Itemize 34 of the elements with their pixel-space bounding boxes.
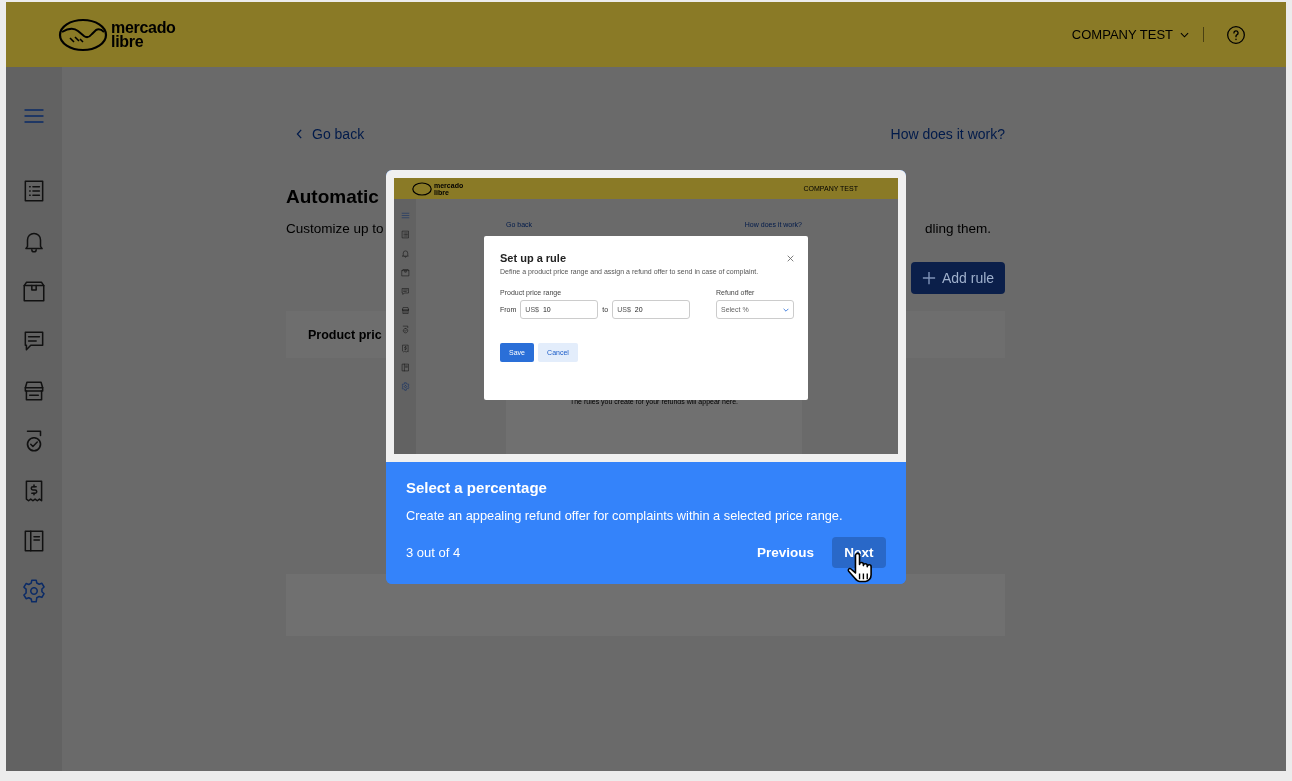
badge-icon [400, 325, 410, 334]
settings-icon [400, 382, 410, 391]
help-icon[interactable] [1226, 24, 1246, 45]
close-icon [787, 254, 794, 262]
chat-icon [400, 287, 410, 296]
brand-name: libre [111, 34, 144, 49]
page-description: dling them. [924, 221, 991, 236]
list-icon [400, 230, 410, 239]
brand-name: mercado [111, 20, 176, 35]
bell-icon [400, 249, 410, 258]
store-icon [400, 306, 410, 315]
step-counter: 3 out of 4 [406, 545, 461, 560]
chevron-left-icon [296, 129, 303, 139]
add-rule-button[interactable]: Add rule [911, 262, 1005, 294]
settings-icon[interactable] [21, 578, 47, 604]
page-title: Automatic [286, 186, 379, 208]
tour-title: Select a percentage [406, 479, 548, 496]
logo-icon [412, 181, 432, 196]
menu-icon [400, 211, 410, 220]
book-icon [400, 363, 410, 372]
help-link[interactable]: How does it work? [890, 126, 1005, 142]
column-header: Product pric [308, 327, 382, 342]
account-menu[interactable]: COMPANY TEST [1071, 27, 1204, 42]
box-icon [400, 268, 410, 277]
plus-icon [921, 271, 936, 285]
dialog-title: Set up a rule [500, 252, 567, 264]
logo-icon [58, 17, 108, 52]
previous-button[interactable]: Previous [756, 545, 814, 560]
tour-text: Create an appealing refund offer for complaints within a selected price range. [406, 508, 844, 523]
back-link[interactable]: Go back [296, 126, 365, 142]
caret-icon [1180, 31, 1189, 38]
chevron-down-icon [783, 307, 789, 312]
receipt-icon [400, 344, 410, 353]
page-description: Customize up to [286, 221, 384, 236]
